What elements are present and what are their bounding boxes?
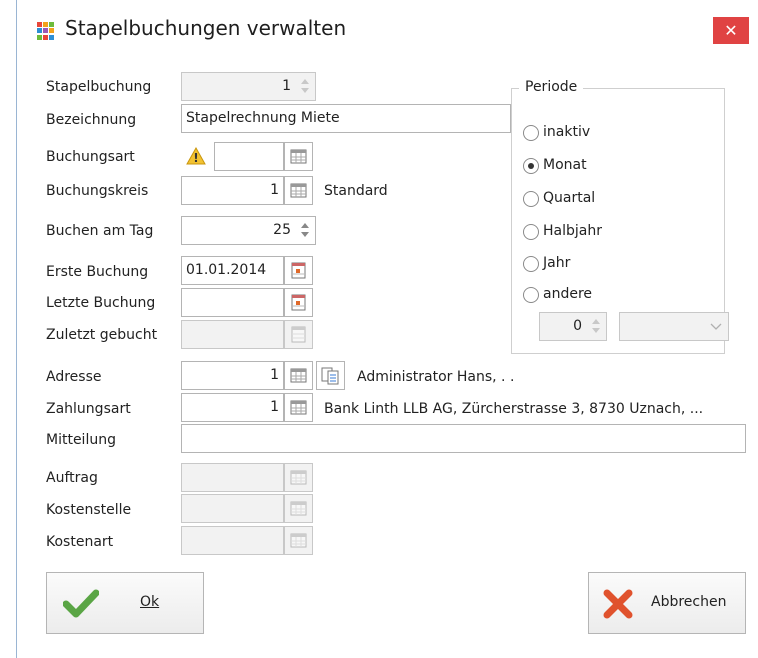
zuletzt-gebucht-datepicker-button [284,320,313,349]
radio-label: Halbjahr [543,223,602,239]
date-picker-icon [291,262,306,279]
erste-buchung-label: Erste Buchung [46,264,149,280]
buchungsart-input[interactable] [214,142,284,171]
auftrag-field [181,463,284,492]
periode-title: Periode [519,79,584,95]
window-title: Stapelbuchungen verwalten [65,16,347,40]
kostenstelle-field [181,494,284,523]
zahlungsart-label: Zahlungsart [46,401,131,417]
radio-circle [523,287,539,303]
adresse-text: Administrator Hans, . . [357,369,515,385]
radio-circle [523,224,539,240]
radio-quartal[interactable]: Quartal [523,189,723,209]
letzte-buchung-datepicker-button[interactable] [284,288,313,317]
radio-label: Quartal [543,190,596,206]
calendar-table-icon [290,368,307,383]
stapelbuchung-value: 1 [282,78,291,94]
auftrag-lookup-button [284,463,313,492]
radio-label: Jahr [543,255,571,271]
chevron-down-icon [710,323,722,330]
auftrag-label: Auftrag [46,470,98,486]
stapelbuchung-spinner [297,72,313,101]
calendar-table-icon [290,470,307,485]
adresse-input[interactable]: 1 [181,361,284,390]
title-bar: Stapelbuchungen verwalten ✕ [17,0,758,62]
zuletzt-gebucht-label: Zuletzt gebucht [46,327,158,343]
andere-count-value: 0 [573,318,582,334]
zahlungsart-input[interactable]: 1 [181,393,284,422]
calendar-table-icon [290,533,307,548]
radio-label: inaktiv [543,124,591,140]
buchungsart-lookup-button[interactable] [284,142,313,171]
andere-count-spinner [588,312,604,341]
bezeichnung-value: Stapelrechnung Miete [186,110,340,126]
ok-button-label: Ok [140,594,160,610]
bezeichnung-label: Bezeichnung [46,112,137,128]
buchen-am-tag-input[interactable]: 25 [181,216,316,245]
erste-buchung-datepicker-button[interactable] [284,256,313,285]
buchungskreis-value: 1 [270,182,279,198]
radio-circle-selected [523,158,539,174]
bezeichnung-input[interactable]: Stapelrechnung Miete [181,104,511,133]
calendar-table-icon [290,501,307,516]
warning-icon: ! [186,147,206,165]
erste-buchung-input[interactable]: 01.01.2014 [181,256,284,285]
buchungskreis-lookup-button[interactable] [284,176,313,205]
kostenart-lookup-button [284,526,313,555]
radio-andere[interactable]: andere [523,285,723,305]
kostenstelle-label: Kostenstelle [46,502,132,518]
close-icon: ✕ [724,21,738,40]
radio-label: andere [543,286,593,302]
stapelbuchung-label: Stapelbuchung [46,79,152,95]
date-picker-icon [291,326,306,343]
kostenart-label: Kostenart [46,534,114,550]
adresse-value: 1 [270,367,279,383]
calendar-table-icon [290,149,307,164]
erste-buchung-value: 01.01.2014 [186,262,267,278]
cancel-button[interactable]: Abbrechen [588,572,746,634]
buchungskreis-text: Standard [324,183,388,199]
adresse-lookup-button[interactable] [284,361,313,390]
document-icon [321,367,339,385]
radio-inaktiv[interactable]: inaktiv [523,123,723,143]
zahlungsart-value: 1 [270,399,279,415]
zahlungsart-lookup-button[interactable] [284,393,313,422]
adresse-label: Adresse [46,369,102,385]
ok-button[interactable]: Ok [46,572,204,634]
letzte-buchung-label: Letzte Buchung [46,295,156,311]
buchungskreis-label: Buchungskreis [46,183,149,199]
cancel-button-label: Abbrechen [651,594,727,610]
buchen-am-tag-value: 25 [273,222,291,238]
cross-icon [603,589,633,619]
kostenstelle-lookup-button [284,494,313,523]
zuletzt-gebucht-field [181,320,284,349]
radio-monat[interactable]: Monat [523,156,723,176]
buchen-am-tag-label: Buchen am Tag [46,223,154,239]
calendar-table-icon [290,400,307,415]
andere-unit-select [619,312,729,341]
stapelbuchung-field: 1 [181,72,316,101]
calendar-table-icon [290,183,307,198]
zahlungsart-text: Bank Linth LLB AG, Zürcherstrasse 3, 873… [324,401,704,417]
adresse-details-button[interactable] [316,361,345,390]
buchungskreis-input[interactable]: 1 [181,176,284,205]
mitteilung-label: Mitteilung [46,432,116,448]
radio-jahr[interactable]: Jahr [523,254,723,274]
close-button[interactable]: ✕ [713,17,749,44]
letzte-buchung-input[interactable] [181,288,284,317]
kostenart-field [181,526,284,555]
warning-glyph: ! [193,151,198,165]
radio-label: Monat [543,157,587,173]
radio-circle [523,191,539,207]
app-grid-icon [37,22,55,40]
buchungsart-label: Buchungsart [46,149,135,165]
checkmark-icon [63,589,99,618]
mitteilung-input[interactable] [181,424,746,453]
date-picker-icon [291,294,306,311]
radio-circle [523,125,539,141]
radio-circle [523,256,539,272]
radio-halbjahr[interactable]: Halbjahr [523,222,723,242]
buchen-am-tag-spinner[interactable] [297,216,313,245]
